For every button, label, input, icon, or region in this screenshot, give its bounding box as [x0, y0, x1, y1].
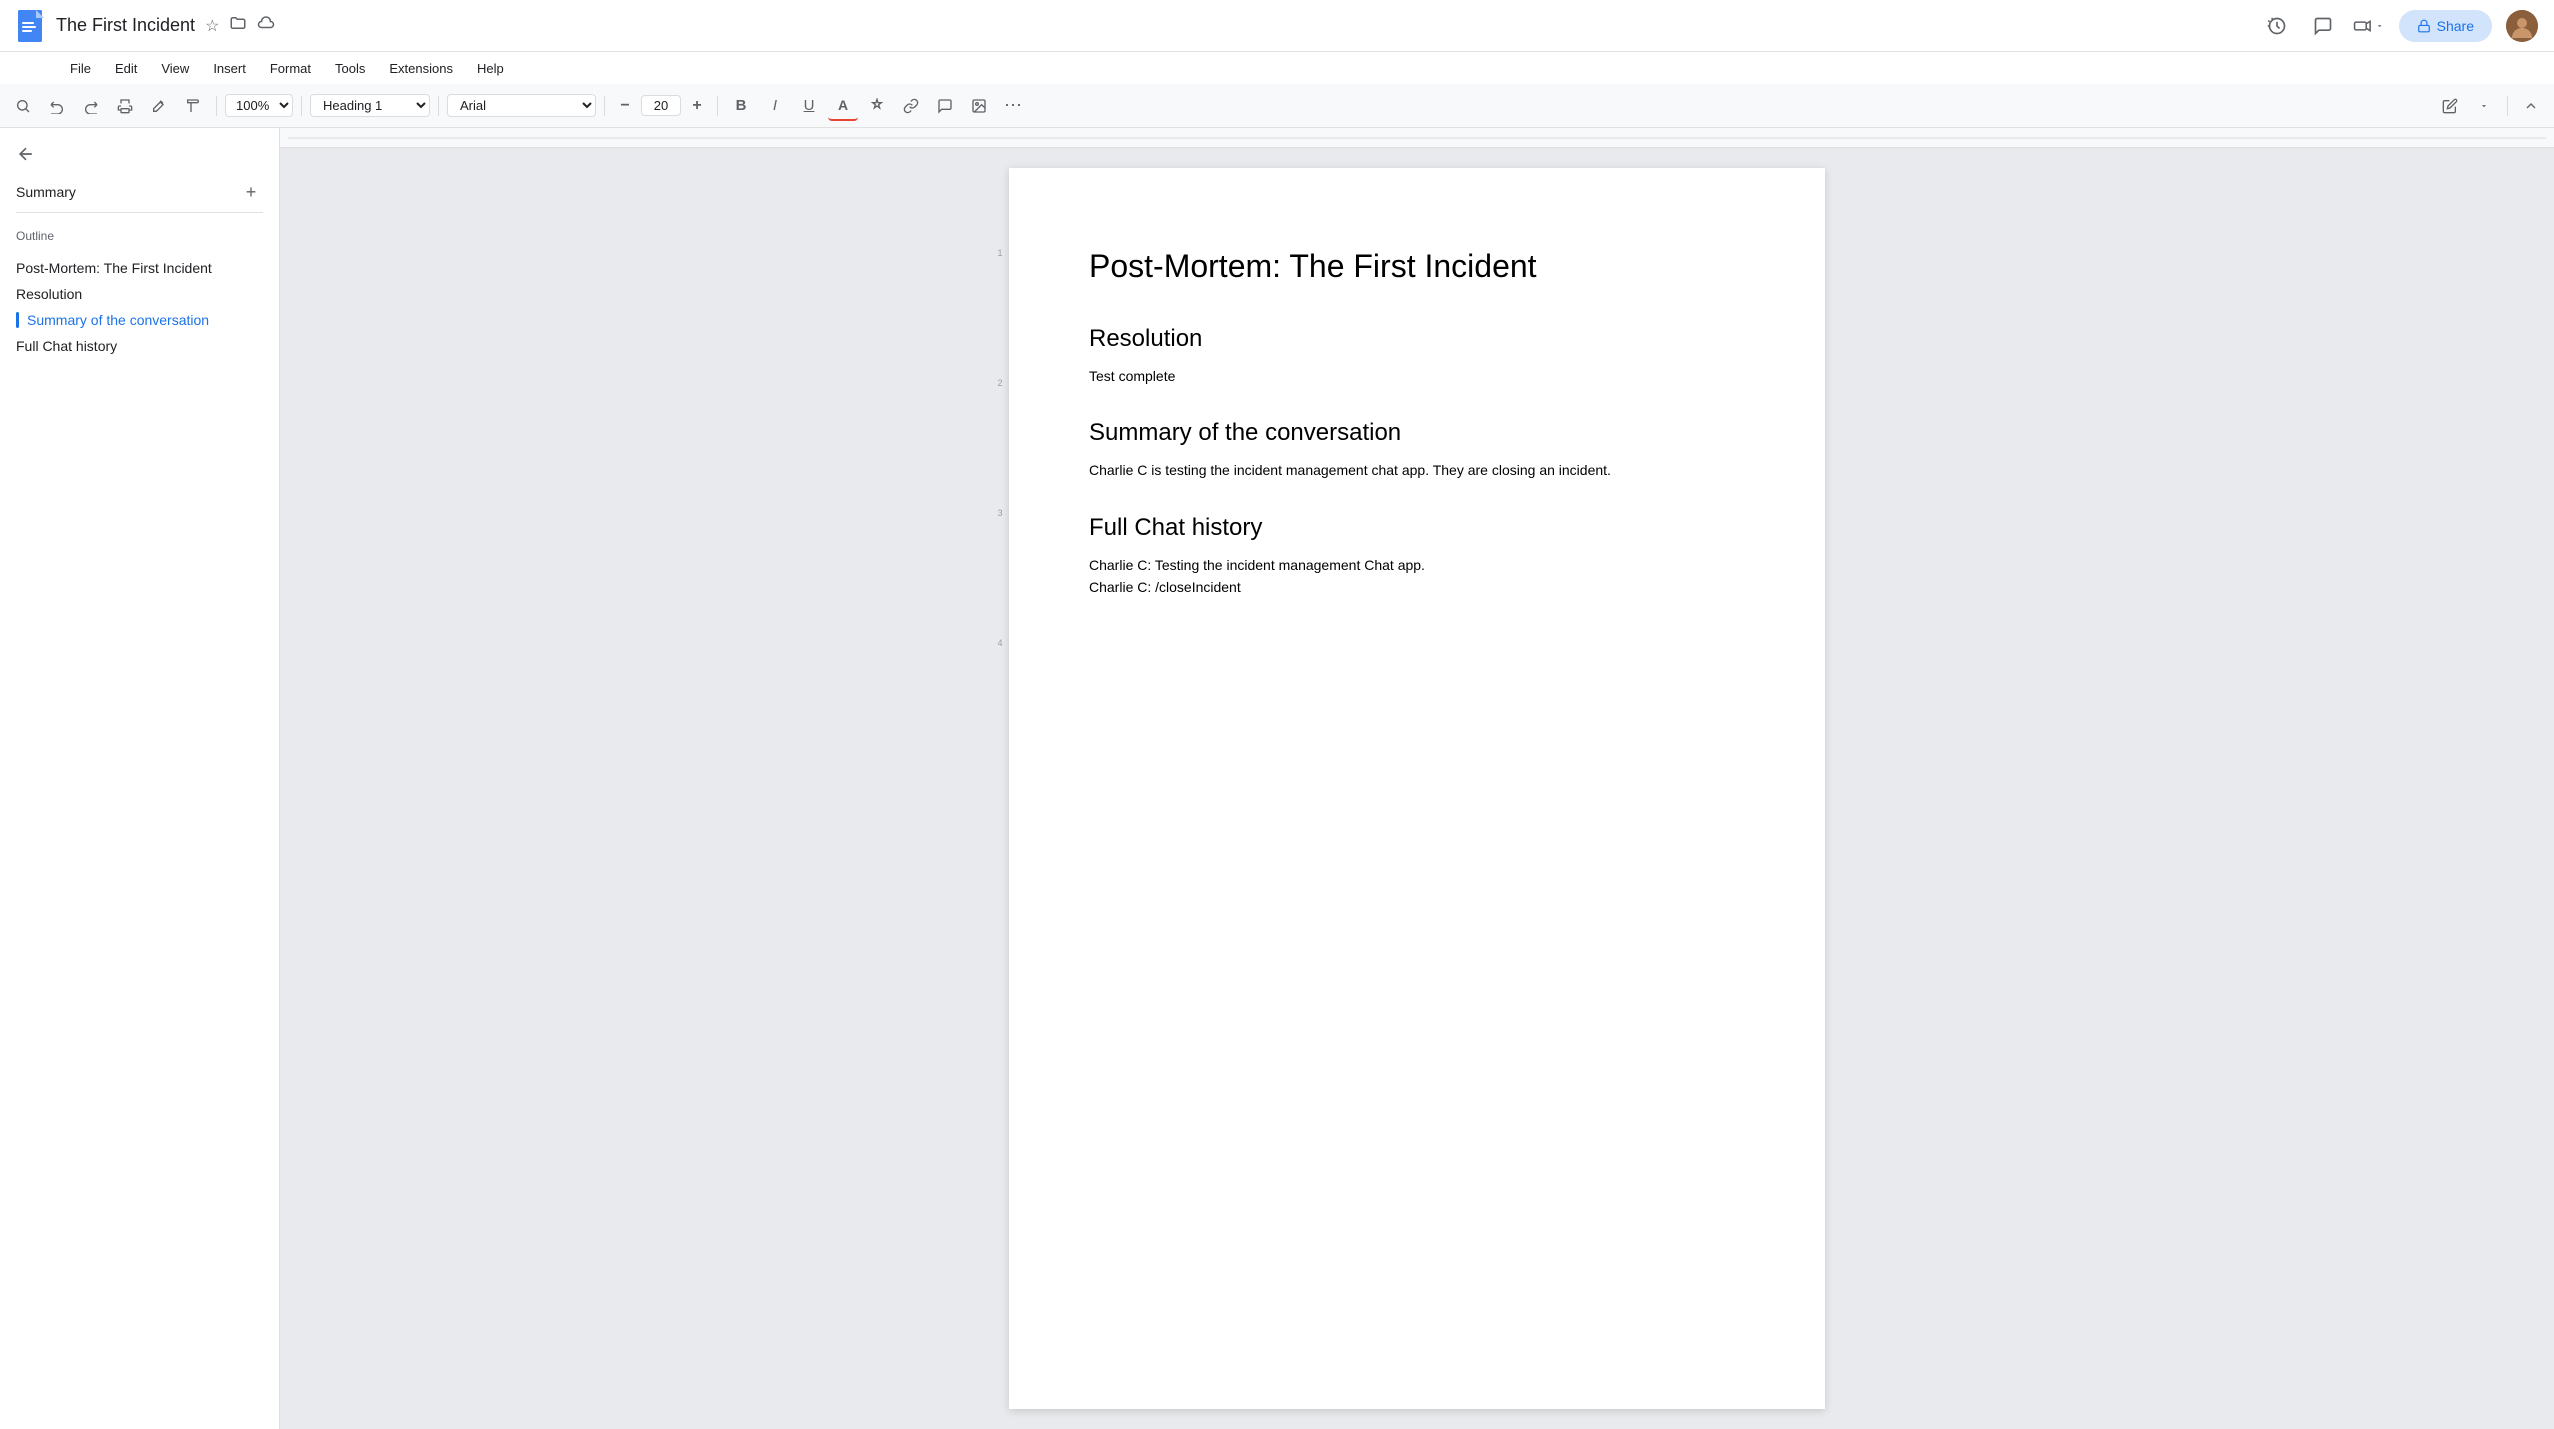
toolbar-right [2435, 91, 2546, 121]
document-area[interactable]: 1 2 3 4 Post-Mortem: The First Incident … [280, 148, 2554, 1429]
google-docs-icon [16, 8, 46, 44]
ruler-area: 1 2 3 4 Post-Mortem: The First Incident … [280, 128, 2554, 1429]
ruler [280, 128, 2554, 148]
menu-bar: File Edit View Insert Format Tools Exten… [0, 52, 2554, 84]
sidebar: Summary + Outline Post-Mortem: The First… [0, 128, 280, 1429]
heading-chat-history: Full Chat history [1089, 514, 1745, 542]
doc-main-title[interactable]: Post-Mortem: The First Incident [1089, 248, 1745, 285]
body-summary: Charlie C is testing the incident manage… [1089, 459, 1745, 481]
outline-item-main-title[interactable]: Post-Mortem: The First Incident [16, 255, 263, 281]
menu-help[interactable]: Help [467, 57, 514, 80]
highlight-button[interactable] [862, 91, 892, 121]
title-bar-right: Share [2261, 10, 2538, 42]
menu-file[interactable]: File [60, 57, 101, 80]
outline-item-summary[interactable]: Summary of the conversation [16, 307, 263, 333]
add-comment-button[interactable] [930, 91, 960, 121]
back-button[interactable] [16, 144, 263, 164]
undo-button[interactable] [42, 91, 72, 121]
share-button[interactable]: Share [2399, 10, 2492, 42]
menu-tools[interactable]: Tools [325, 57, 375, 80]
font-select[interactable]: Arial Times New Roman Georgia [447, 94, 596, 117]
insert-image-button[interactable] [964, 91, 994, 121]
title-bar-left: The First Incident ☆ [16, 8, 2253, 44]
chat-line-1: Charlie C: Testing the incident manageme… [1089, 557, 1425, 573]
comment-icon[interactable] [2307, 10, 2339, 42]
outline-label: Outline [16, 229, 263, 243]
outline-item-chat-history[interactable]: Full Chat history [16, 333, 263, 359]
video-icon[interactable] [2353, 10, 2385, 42]
chat-line-2: Charlie C: /closeIncident [1089, 579, 1241, 595]
heading-summary: Summary of the conversation [1089, 419, 1745, 447]
body-resolution: Test complete [1089, 365, 1745, 387]
avatar[interactable] [2506, 10, 2538, 42]
sidebar-divider [16, 212, 263, 213]
style-select[interactable]: Heading 1 Normal text Heading 2 Heading … [310, 94, 430, 117]
outline-item-resolution[interactable]: Resolution [16, 281, 263, 307]
paint-format-button[interactable] [178, 91, 208, 121]
body-chat-history: Charlie C: Testing the incident manageme… [1089, 554, 1745, 599]
text-color-button[interactable]: A [828, 91, 858, 121]
summary-label: Summary [16, 184, 76, 200]
separator-2 [301, 96, 302, 116]
font-size-increase[interactable]: + [685, 94, 709, 118]
link-button[interactable] [896, 91, 926, 121]
font-size-input[interactable] [641, 95, 681, 116]
spellcheck-button[interactable] [144, 91, 174, 121]
toolbar: 100% 75% 125% 150% Heading 1 Normal text… [0, 84, 2554, 128]
right-spacer [1825, 168, 1843, 1409]
print-button[interactable] [110, 91, 140, 121]
zoom-select[interactable]: 100% 75% 125% 150% [225, 94, 293, 117]
main-content: Summary + Outline Post-Mortem: The First… [0, 128, 2554, 1429]
separator-3 [438, 96, 439, 116]
star-icon[interactable]: ☆ [205, 16, 219, 36]
ruler-svg [288, 128, 2546, 148]
collapse-button[interactable] [2516, 91, 2546, 121]
title-icons: ☆ [205, 14, 275, 37]
editing-dropdown[interactable] [2469, 91, 2499, 121]
more-options-button[interactable]: ⋯ [998, 91, 1028, 121]
menu-view[interactable]: View [151, 57, 199, 80]
search-button[interactable] [8, 91, 38, 121]
menu-extensions[interactable]: Extensions [379, 57, 463, 80]
folder-icon[interactable] [229, 14, 247, 37]
cloud-icon[interactable] [257, 14, 275, 37]
menu-edit[interactable]: Edit [105, 57, 147, 80]
separator-1 [216, 96, 217, 116]
share-label: Share [2437, 18, 2474, 34]
left-margin: 1 2 3 4 [991, 168, 1009, 1409]
summary-row: Summary + [16, 180, 263, 204]
add-summary-button[interactable]: + [239, 180, 263, 204]
bold-button[interactable]: B [726, 91, 756, 121]
editing-mode-button[interactable] [2435, 91, 2465, 121]
underline-button[interactable]: U [794, 91, 824, 121]
document-title: The First Incident [56, 15, 195, 36]
font-size-decrease[interactable]: − [613, 94, 637, 118]
italic-button[interactable]: I [760, 91, 790, 121]
redo-button[interactable] [76, 91, 106, 121]
menu-format[interactable]: Format [260, 57, 321, 80]
separator-4 [604, 96, 605, 116]
separator-6 [2507, 96, 2508, 116]
document-page[interactable]: Post-Mortem: The First Incident Resoluti… [1009, 168, 1825, 1409]
menu-insert[interactable]: Insert [203, 57, 256, 80]
heading-resolution: Resolution [1089, 325, 1745, 353]
title-bar: The First Incident ☆ Share [0, 0, 2554, 52]
separator-5 [717, 96, 718, 116]
history-icon[interactable] [2261, 10, 2293, 42]
